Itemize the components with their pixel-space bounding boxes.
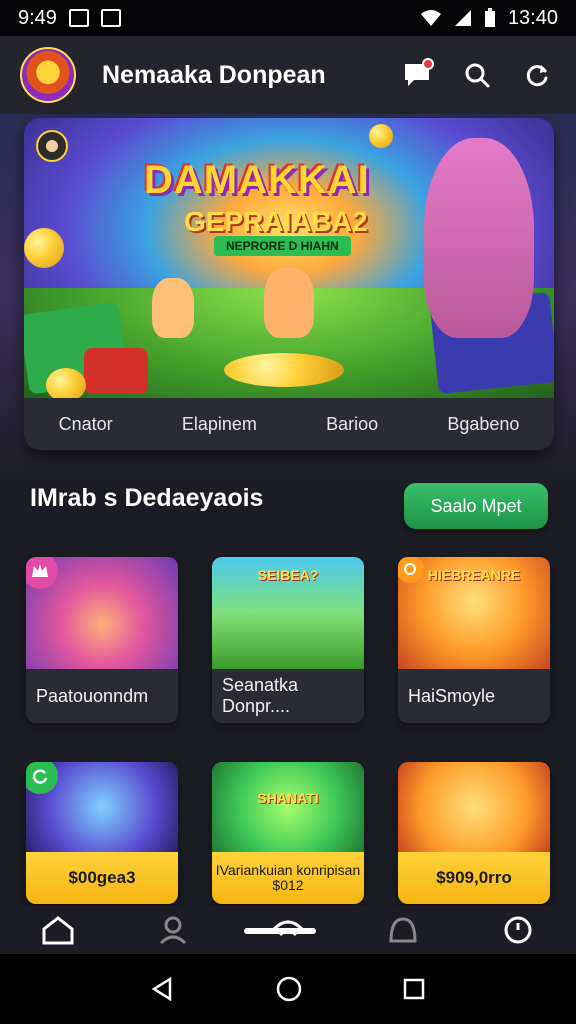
game-card[interactable]: Paatouonndm: [26, 557, 178, 723]
game-grid-row-1: Paatouonndm SEIBEA? Seanatka Donpr.... H…: [26, 557, 550, 723]
coin: [369, 124, 393, 148]
status-bar: 9:49 13:40: [0, 0, 576, 36]
featured-banner[interactable]: DAMAKKAI GEPRAIABA2 NEPRORE D HIAHN Cnat…: [24, 118, 554, 450]
cell-signal-icon: [454, 10, 471, 26]
card-title: Paatouonndm: [36, 685, 149, 706]
pink-creature-character: [424, 138, 534, 338]
child-character-center: [264, 268, 314, 338]
back-icon[interactable]: [150, 976, 176, 1002]
game-card[interactable]: $00gea3: [26, 762, 178, 904]
nav-home[interactable]: [36, 908, 80, 952]
search-button[interactable]: [458, 56, 496, 94]
coin-icon: [404, 563, 416, 575]
user-icon: [159, 916, 186, 945]
banner-artwork: DAMAKKAI GEPRAIABA2 NEPRORE D HIAHN: [24, 118, 554, 402]
nav-history[interactable]: [496, 908, 540, 952]
card-price: IVariankuian konripisan $012: [212, 852, 364, 904]
section-action-button[interactable]: Saalo Mpet: [404, 483, 548, 529]
search-icon: [465, 63, 490, 88]
battery-icon: [484, 8, 495, 27]
game-grid-row-2: $00gea3 SHANATI IVariankuian konripisan …: [26, 762, 550, 904]
game-card[interactable]: $909,0rro: [398, 762, 550, 904]
image-notification-icon: [68, 9, 89, 27]
home-indicator: [244, 928, 316, 934]
wifi-signal-icon: [420, 10, 441, 26]
banner-subtitle: GEPRAIABA2: [184, 206, 368, 237]
app-bar: Nemaaka Donpean: [0, 36, 576, 114]
banner-tab[interactable]: Elapinem: [182, 414, 257, 435]
card-artwork: SHANATI: [212, 762, 364, 852]
card-title: HaiSmoyle: [408, 685, 496, 706]
card-art-text: SEIBEA?: [257, 567, 319, 583]
section-title: IMrab s Dedaeyaois: [30, 484, 264, 512]
gallery-notification-icon: [100, 9, 121, 27]
hand-icon: [46, 140, 58, 152]
banner-ribbon: NEPRORE D HIAHN: [214, 236, 351, 256]
app-title: Nemaaka Donpean: [102, 60, 326, 89]
nav-alerts[interactable]: [381, 908, 425, 952]
banner-badge[interactable]: [36, 130, 68, 162]
game-card[interactable]: SEIBEA? Seanatka Donpr....: [212, 557, 364, 723]
child-character-left: [152, 278, 194, 338]
refresh-icon: [526, 65, 548, 87]
status-time-right: 13:40: [507, 6, 558, 29]
coin: [46, 368, 86, 402]
card-artwork: [398, 762, 550, 852]
banner-title: DAMAKKAI: [144, 158, 370, 202]
refresh-badge-icon: [32, 769, 48, 784]
system-navigation: [0, 954, 576, 1024]
app-logo[interactable]: [20, 47, 76, 103]
card-price: $909,0rro: [398, 852, 550, 904]
coin: [24, 228, 64, 268]
card-artwork: SEIBEA?: [212, 557, 364, 669]
home-circle-icon[interactable]: [275, 975, 303, 1003]
banner-tabs: Cnator Elapinem Barioo Bgabeno: [24, 398, 554, 450]
refresh-button[interactable]: [518, 56, 556, 94]
bell-icon: [389, 917, 417, 943]
clock-icon: [504, 916, 532, 944]
red-block: [84, 348, 148, 394]
status-time: 9:49: [18, 6, 57, 29]
game-card[interactable]: HIEBREANRE HaiSmoyle: [398, 557, 550, 723]
nav-profile[interactable]: [151, 908, 195, 952]
card-price: $00gea3: [26, 852, 178, 904]
coin: [224, 353, 344, 387]
game-card[interactable]: SHANATI IVariankuian konripisan $012: [212, 762, 364, 904]
home-icon: [42, 916, 74, 945]
banner-tab[interactable]: Cnator: [59, 414, 113, 435]
banner-tab[interactable]: Barioo: [326, 414, 378, 435]
notification-dot: [422, 58, 434, 70]
card-title: Seanatka Donpr....: [222, 675, 299, 716]
recents-icon[interactable]: [402, 977, 426, 1001]
chat-button[interactable]: [398, 56, 436, 94]
banner-tab[interactable]: Bgabeno: [447, 414, 519, 435]
card-art-text: SHANATI: [257, 790, 319, 806]
crown-icon: [32, 564, 48, 577]
